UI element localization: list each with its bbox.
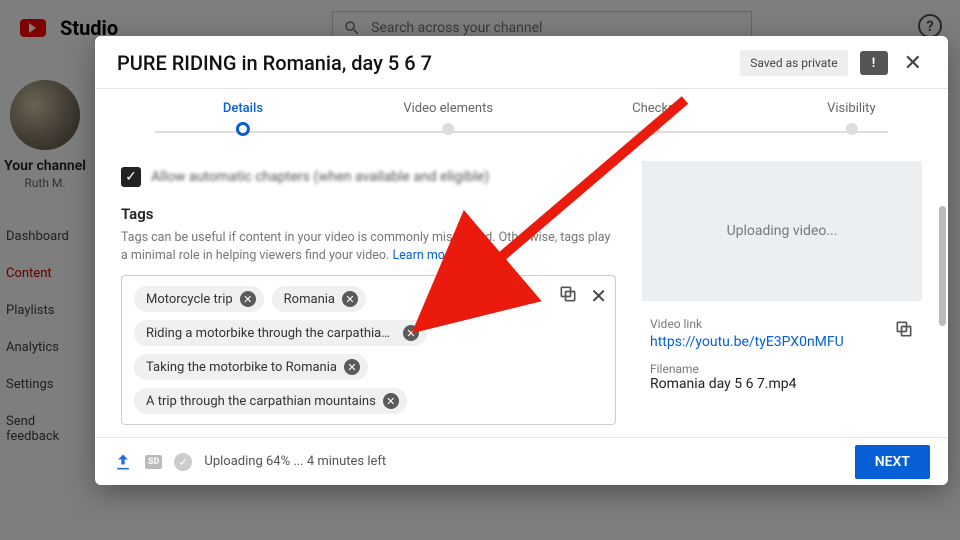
video-link[interactable]: https://youtu.be/tyE3PX0nMFU [650,334,914,350]
tag-label: A trip through the carpathian mountains [146,394,376,409]
step-dot-icon [442,123,454,135]
upload-arrow-icon [113,452,133,472]
scrollbar-thumb[interactable] [939,206,946,326]
tag-chip[interactable]: A trip through the carpathian mountains ✕ [134,388,407,414]
tag-chip[interactable]: Motorcycle trip ✕ [134,286,264,312]
tag-remove-icon[interactable]: ✕ [342,291,358,307]
tag-chip[interactable]: Taking the motorbike to Romania ✕ [134,354,368,380]
dialog-title: PURE RIDING in Romania, day 5 6 7 [117,51,728,75]
filename-value: Romania day 5 6 7.mp4 [650,376,914,392]
next-button[interactable]: NEXT [855,445,930,479]
tag-label: Romania [284,292,335,307]
tags-help-body: Tags can be useful if content in your vi… [121,230,610,263]
checkbox-checked-icon[interactable]: ✓ [121,167,141,187]
video-meta: Video link https://youtu.be/tyE3PX0nMFU … [642,313,922,396]
copy-link-button[interactable] [894,319,914,343]
tags-input-box[interactable]: ✕ Motorcycle trip ✕ Romania ✕ Riding a motor… [121,275,616,425]
stepper-track [155,131,888,133]
tag-chip[interactable]: Riding a motorbike through the carpathia… [134,320,427,346]
tag-list: Motorcycle trip ✕ Romania ✕ Riding a motorbi… [134,286,514,414]
chapters-label: Allow automatic chapters (when available… [151,169,489,185]
step-dot-icon [236,122,250,136]
video-link-label: Video link [650,317,914,331]
preview-status-text: Uploading video... [727,223,838,239]
exclamation-icon: ! [872,56,876,71]
save-status-pill: Saved as private [740,50,847,76]
step-dot-icon [845,123,857,135]
divider [95,88,948,89]
tags-heading: Tags [121,205,616,223]
preview-column: Uploading video... Video link https://yo… [642,161,922,437]
close-button[interactable]: ✕ [900,51,926,76]
dialog-footer: SD ✓ Uploading 64% ... 4 minutes left NE… [95,437,948,485]
tag-remove-icon[interactable]: ✕ [383,393,399,409]
clear-tags-button[interactable]: ✕ [590,284,607,308]
video-preview-placeholder: Uploading video... [642,161,922,301]
step-label: Details [223,101,263,116]
dialog-header: PURE RIDING in Romania, day 5 6 7 Saved … [95,36,948,88]
tags-help-text: Tags can be useful if content in your vi… [121,229,616,265]
tag-chip[interactable]: Romania ✕ [272,286,366,312]
step-label: Video elements [403,101,493,116]
copy-icon [894,319,914,339]
stepper: Details Video elements Checks Visibility [155,101,888,151]
tags-learn-more-link[interactable]: Learn more [392,248,455,263]
copy-icon [558,284,578,304]
checks-status-icon: ✓ [174,453,192,471]
step-visibility[interactable]: Visibility [827,101,876,135]
details-column: ✓ Allow automatic chapters (when availab… [121,161,616,437]
tag-remove-icon[interactable]: ✕ [240,291,256,307]
feedback-button[interactable]: ! [860,51,888,75]
step-checks[interactable]: Checks [632,101,675,135]
step-label: Checks [632,101,675,116]
step-details[interactable]: Details [223,101,263,136]
step-dot-icon [647,123,659,135]
chapters-checkbox-row[interactable]: ✓ Allow automatic chapters (when availab… [121,167,616,187]
tag-remove-icon[interactable]: ✕ [403,325,419,341]
step-video-elements[interactable]: Video elements [403,101,493,135]
tag-label: Riding a motorbike through the carpathia… [146,326,396,341]
dialog-body: ✓ Allow automatic chapters (when availab… [95,151,948,437]
upload-dialog: PURE RIDING in Romania, day 5 6 7 Saved … [95,36,948,485]
tag-remove-icon[interactable]: ✕ [344,359,360,375]
copy-tags-button[interactable] [558,284,578,308]
step-label: Visibility [827,101,876,116]
sd-badge: SD [145,455,162,469]
tag-label: Taking the motorbike to Romania [146,360,337,375]
tag-label: Motorcycle trip [146,292,233,307]
filename-label: Filename [650,362,914,376]
upload-status-text: Uploading 64% ... 4 minutes left [204,454,386,469]
